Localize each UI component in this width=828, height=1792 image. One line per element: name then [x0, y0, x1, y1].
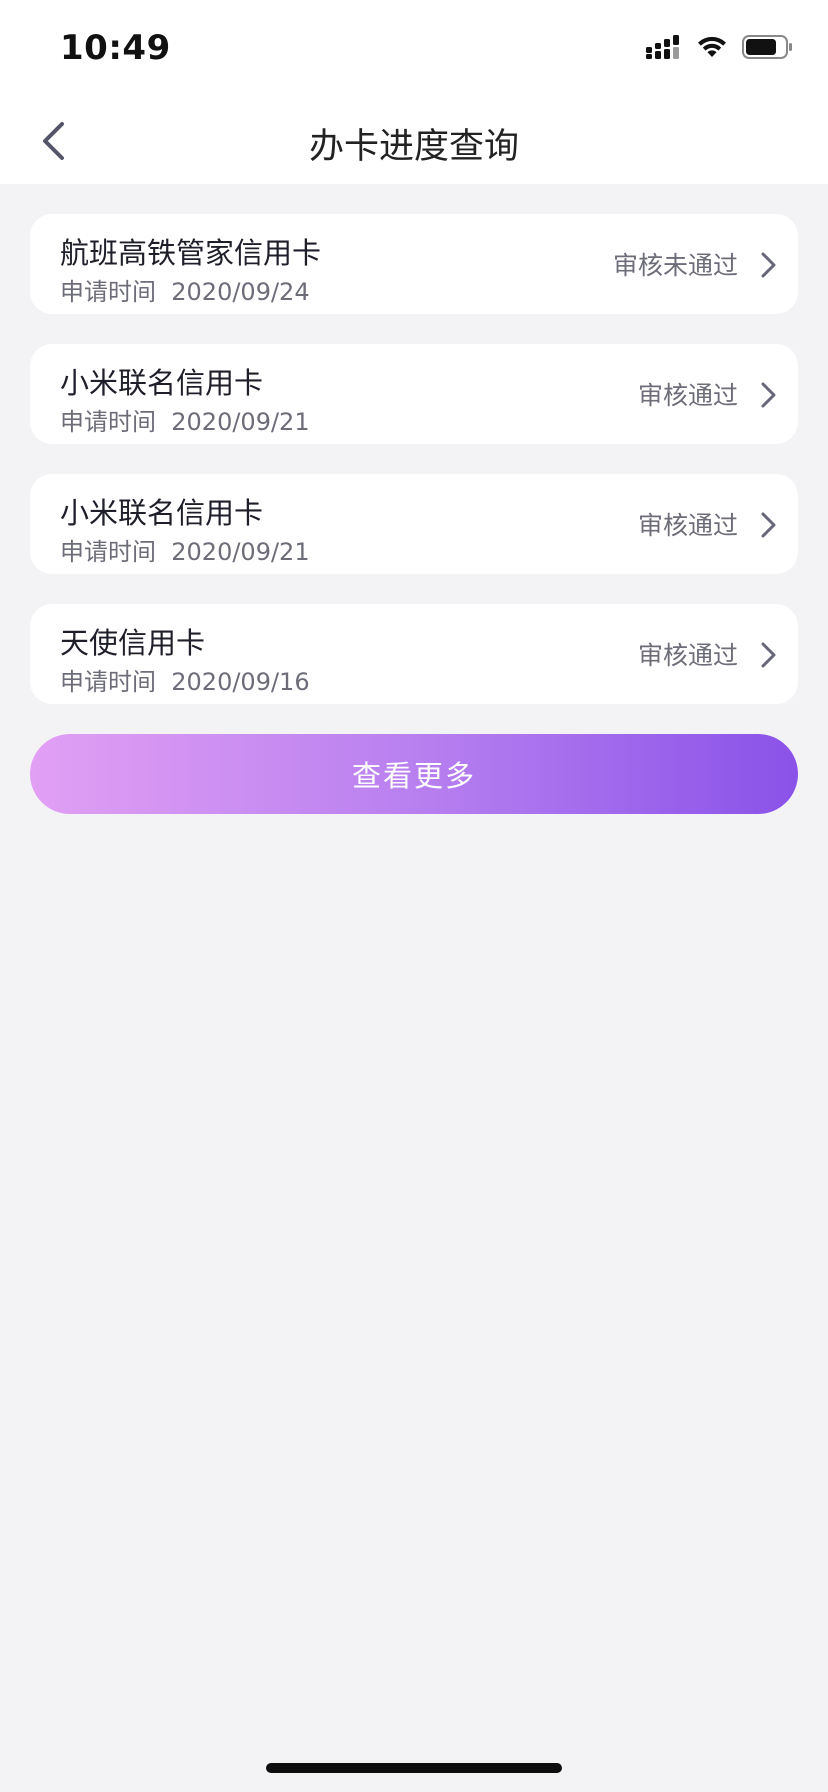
- card-name: 航班高铁管家信用卡: [60, 236, 322, 270]
- page-title: 办卡进度查询: [308, 127, 519, 167]
- card-date-row: 申请时间 2020/09/21: [60, 402, 310, 437]
- card-date: 2020/09/21: [171, 408, 310, 436]
- card-date-label: 申请时间: [60, 668, 156, 696]
- chevron-right-icon: [761, 512, 776, 538]
- nav-bar: 办卡进度查询: [0, 100, 828, 184]
- card-date: 2020/09/16: [171, 668, 310, 696]
- chevron-right-icon: [761, 252, 776, 278]
- application-card[interactable]: 航班高铁管家信用卡 申请时间 2020/09/24 审核未通过: [30, 214, 798, 314]
- card-status: 审核通过: [637, 511, 738, 540]
- view-more-button[interactable]: 查看更多: [30, 734, 798, 814]
- card-date: 2020/09/21: [171, 538, 310, 566]
- card-name: 天使信用卡: [60, 626, 206, 660]
- wifi-icon: [698, 36, 726, 57]
- status-bar: 10:49: [0, 0, 828, 100]
- card-date-row: 申请时间 2020/09/21: [60, 532, 310, 567]
- cellular-signal-icon: [646, 35, 679, 59]
- card-status: 审核通过: [637, 381, 738, 410]
- card-status: 审核未通过: [612, 251, 738, 280]
- chevron-right-icon: [761, 642, 776, 668]
- status-icons: [646, 34, 794, 60]
- card-date: 2020/09/24: [171, 278, 310, 306]
- chevron-right-icon: [761, 382, 776, 408]
- card-date-label: 申请时间: [60, 408, 156, 436]
- card-date-label: 申请时间: [60, 538, 156, 566]
- card-date-row: 申请时间 2020/09/16: [60, 662, 310, 697]
- application-card[interactable]: 天使信用卡 申请时间 2020/09/16 审核通过: [30, 604, 798, 704]
- card-name: 小米联名信用卡: [60, 366, 264, 400]
- battery-icon: [742, 35, 792, 59]
- home-indicator: [266, 1763, 562, 1773]
- application-card[interactable]: 小米联名信用卡 申请时间 2020/09/21 审核通过: [30, 474, 798, 574]
- card-date-label: 申请时间: [60, 278, 156, 306]
- card-date-row: 申请时间 2020/09/24: [60, 272, 310, 307]
- card-name: 小米联名信用卡: [60, 496, 264, 530]
- status-time: 10:49: [60, 28, 171, 68]
- application-card[interactable]: 小米联名信用卡 申请时间 2020/09/21 审核通过: [30, 344, 798, 444]
- application-list: 航班高铁管家信用卡 申请时间 2020/09/24 审核未通过 小米联名信用卡 …: [30, 214, 798, 734]
- card-status: 审核通过: [637, 641, 738, 670]
